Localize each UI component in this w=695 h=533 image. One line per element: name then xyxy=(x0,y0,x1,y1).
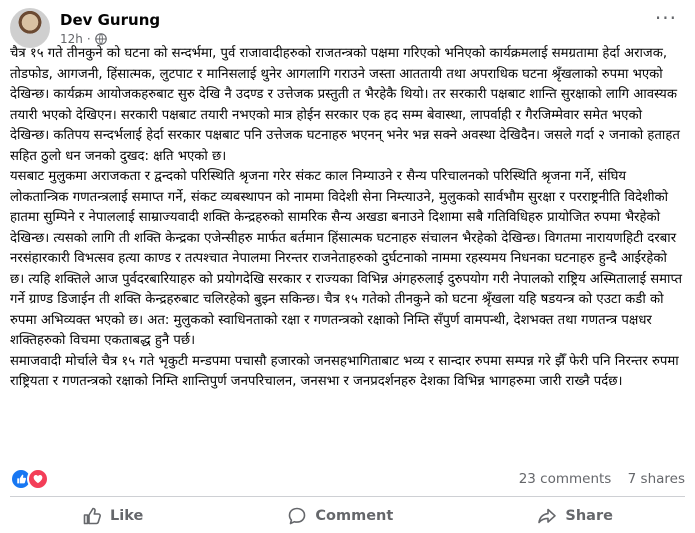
like-label: Like xyxy=(110,508,144,524)
actions-divider xyxy=(10,496,685,497)
engagement-counts: 23 comments 7 shares xyxy=(507,471,685,487)
more-options-button[interactable]: ··· xyxy=(655,6,677,30)
post-header: Dev Gurung 12h · xyxy=(10,8,160,48)
shares-count[interactable]: 7 shares xyxy=(628,471,685,487)
comment-button[interactable]: Comment xyxy=(257,502,423,530)
post-paragraph: यसबाट मुलुकमा अराजकता र द्वन्दको परिस्थि… xyxy=(10,169,683,348)
post-paragraph: चैत्र १५ गते तीनकुने को घटना को सन्दर्भम… xyxy=(10,46,680,164)
post-actions-bar: Like Comment Share xyxy=(10,500,685,532)
post-stats: 23 comments 7 shares xyxy=(10,468,685,490)
post-meta: Dev Gurung 12h · xyxy=(60,11,160,46)
thumbs-up-icon xyxy=(83,507,101,525)
post-body: चैत्र १५ गते तीनकुने को घटना को सन्दर्भम… xyxy=(10,44,685,393)
love-reaction-icon xyxy=(27,468,49,490)
share-icon xyxy=(538,508,557,524)
globe-icon xyxy=(94,32,107,45)
comments-count[interactable]: 23 comments xyxy=(519,471,612,487)
author-avatar[interactable] xyxy=(10,8,50,48)
author-name[interactable]: Dev Gurung xyxy=(60,11,160,29)
like-button[interactable]: Like xyxy=(52,502,173,530)
share-button[interactable]: Share xyxy=(507,502,643,530)
post-paragraph: समाजवादी मोर्चाले चैत्र १५ गते भृकुटी मन… xyxy=(10,353,679,390)
comment-label: Comment xyxy=(315,508,394,524)
reactions-summary[interactable] xyxy=(10,468,49,490)
share-label: Share xyxy=(565,508,613,524)
comment-icon xyxy=(289,507,306,525)
